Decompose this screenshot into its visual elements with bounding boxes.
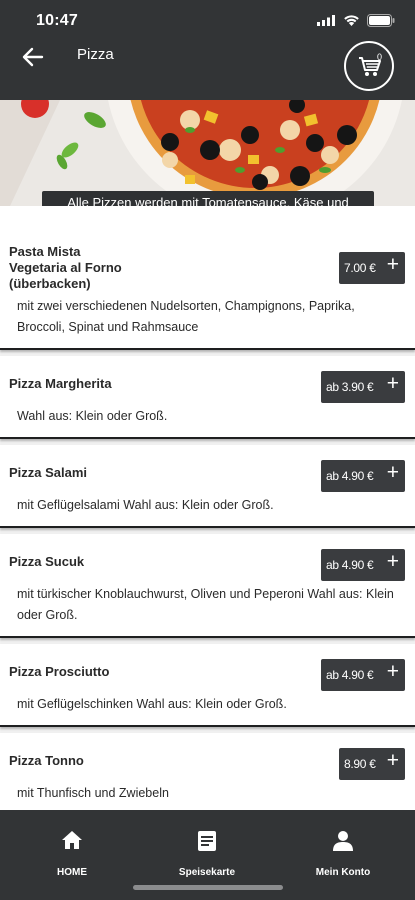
list-item[interactable]: Pasta Mista Vegetaria al Forno (überback…	[0, 206, 415, 350]
battery-icon	[367, 14, 395, 27]
nav-home-label: HOME	[57, 867, 87, 878]
wifi-icon	[344, 15, 359, 26]
price-add-button[interactable]: ab 4.90 € +	[321, 659, 405, 691]
nav-speisekarte[interactable]: Speisekarte	[138, 810, 276, 890]
nav-speisekarte-label: Speisekarte	[178, 867, 236, 878]
menu-list[interactable]: Pasta Mista Vegetaria al Forno (überback…	[0, 206, 415, 810]
item-price: 7.00 €	[344, 261, 376, 275]
list-item[interactable]: Pizza Margherita ab 3.90 € + Wahl aus: K…	[0, 356, 415, 439]
list-item[interactable]: Pizza Salami ab 4.90 € + mit Geflügelsal…	[0, 445, 415, 528]
item-name: Pizza Tonno	[9, 753, 84, 768]
plus-icon: +	[386, 749, 399, 772]
nav-home[interactable]: HOME	[3, 810, 141, 890]
price-add-button[interactable]: 7.00 € +	[339, 252, 405, 284]
item-price: 8.90 €	[344, 757, 376, 771]
plus-icon: +	[386, 660, 399, 683]
item-name: Pasta Mista Vegetaria al Forno (überback…	[9, 244, 122, 291]
price-add-button[interactable]: 8.90 € +	[339, 748, 405, 780]
item-name: Pizza Salami	[9, 465, 88, 480]
list-item[interactable]: Pizza Prosciutto ab 4.90 € + mit Geflüge…	[0, 644, 415, 727]
page-title: Pizza	[77, 46, 114, 63]
cellular-signal-icon	[317, 15, 335, 26]
plus-icon: +	[386, 550, 399, 573]
item-description: mit Geflügelsalami Wahl aus: Klein oder …	[17, 498, 274, 512]
item-name: Pizza Margherita	[9, 376, 112, 391]
list-item[interactable]: Pizza Sucuk ab 4.90 € + mit türkischer K…	[0, 534, 415, 638]
item-description: Wahl aus: Klein oder Groß.	[17, 409, 168, 423]
plus-icon: +	[386, 461, 399, 484]
item-name: Pizza Prosciutto	[9, 664, 110, 679]
item-description: mit türkischer Knoblauchwurst, Oliven un…	[17, 587, 394, 622]
list-item[interactable]: Pizza Tonno 8.90 € + mit Thunfisch und Z…	[0, 733, 415, 810]
cart-button[interactable]: 0	[344, 41, 394, 91]
item-name: Pizza Sucuk	[9, 554, 85, 569]
plus-icon: +	[386, 372, 399, 395]
item-price: ab 4.90 €	[326, 668, 374, 682]
nav-account[interactable]: Mein Konto	[274, 810, 412, 890]
app-header: Pizza 0	[0, 34, 415, 100]
nav-account-label: Mein Konto	[315, 867, 371, 878]
item-price: ab 3.90 €	[326, 380, 374, 394]
price-add-button[interactable]: ab 3.90 € +	[321, 371, 405, 403]
user-icon	[333, 831, 353, 851]
status-time: 10:47	[36, 12, 78, 29]
item-price: ab 4.90 €	[326, 558, 374, 572]
home-icon	[62, 831, 82, 849]
price-add-button[interactable]: ab 4.90 € +	[321, 460, 405, 492]
status-bar: 10:47	[0, 0, 415, 34]
home-indicator[interactable]	[133, 885, 283, 890]
item-price: ab 4.90 €	[326, 469, 374, 483]
item-description: mit zwei verschiedenen Nudelsorten, Cham…	[17, 299, 355, 334]
price-add-button[interactable]: ab 4.90 € +	[321, 549, 405, 581]
cart-icon	[359, 57, 381, 76]
plus-icon: +	[386, 253, 399, 276]
back-arrow-icon[interactable]	[20, 44, 46, 70]
menu-card-icon	[198, 831, 216, 851]
item-description: mit Geflügelschinken Wahl aus: Klein ode…	[17, 697, 287, 711]
item-description: mit Thunfisch und Zwiebeln	[17, 786, 169, 800]
